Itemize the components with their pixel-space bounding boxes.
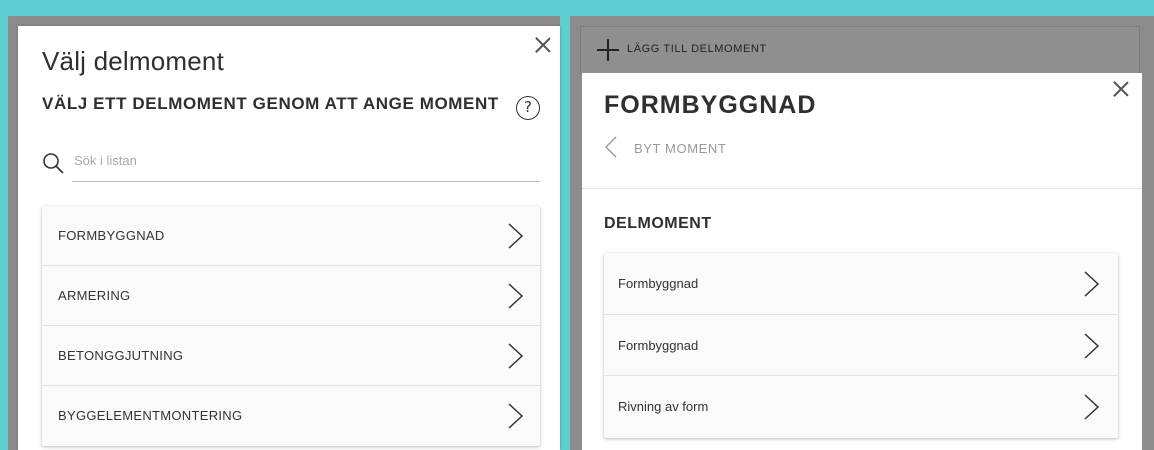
chevron-right-icon (508, 223, 524, 249)
add-submoment-button[interactable]: LÄGG TILL DELMOMENT (580, 26, 1140, 74)
chevron-right-icon (1084, 394, 1100, 420)
chevron-left-icon (605, 136, 617, 158)
search-box (42, 144, 540, 184)
list-item-armering[interactable]: ARMERING (42, 266, 540, 326)
question-circle-icon[interactable]: ? (516, 96, 540, 120)
moment-list: FORMBYGGNAD ARMERING BETONGGJUTNING BYGG… (42, 206, 540, 446)
moment-title: FORMBYGGNAD (604, 91, 817, 119)
add-submoment-label: LÄGG TILL DELMOMENT (627, 43, 767, 55)
list-item-betonggjutning[interactable]: BETONGGJUTNING (42, 326, 540, 386)
divider (582, 188, 1142, 189)
search-icon (43, 153, 64, 174)
submoment-list: Formbyggnad Formbyggnad Rivning av form (604, 253, 1118, 438)
search-input[interactable] (72, 148, 540, 182)
list-item-label: FORMBYGGNAD (58, 228, 165, 243)
chevron-right-icon (508, 343, 524, 369)
chevron-right-icon (1084, 333, 1100, 359)
moment-detail-dialog: FORMBYGGNAD BYT MOMENT DELMOMENT Formbyg… (582, 73, 1142, 450)
list-item-label: Formbyggnad (618, 276, 699, 291)
list-item-formbyggnad-2[interactable]: Formbyggnad (604, 315, 1118, 377)
close-icon[interactable] (1113, 81, 1129, 97)
select-submoment-dialog: Välj delmoment VÄLJ ETT DELMOMENT GENOM … (18, 26, 560, 450)
list-item-label: Formbyggnad (618, 337, 699, 353)
list-item-label: ARMERING (58, 288, 131, 303)
chevron-right-icon (1084, 271, 1100, 297)
list-item-label: BYGGELEMENTMONTERING (58, 408, 243, 423)
dialog-title: Välj delmoment (42, 46, 224, 76)
list-item-byggelementmontering[interactable]: BYGGELEMENTMONTERING (42, 386, 540, 446)
chevron-right-icon (508, 283, 524, 309)
list-item-formbyggnad[interactable]: FORMBYGGNAD (42, 206, 540, 266)
dialog-subtitle: VÄLJ ETT DELMOMENT GENOM ATT ANGE MOMENT (42, 94, 499, 113)
list-item-label: Rivning av form (618, 399, 709, 415)
change-moment-label: BYT MOMENT (634, 141, 727, 156)
plus-icon (597, 39, 619, 61)
section-title: DELMOMENT (604, 215, 712, 232)
list-item-formbyggnad-1[interactable]: Formbyggnad (604, 253, 1118, 315)
chevron-right-icon (508, 403, 524, 429)
list-item-rivning-av-form[interactable]: Rivning av form (604, 376, 1118, 438)
close-icon[interactable] (535, 37, 551, 53)
list-item-label: BETONGGJUTNING (58, 348, 184, 363)
